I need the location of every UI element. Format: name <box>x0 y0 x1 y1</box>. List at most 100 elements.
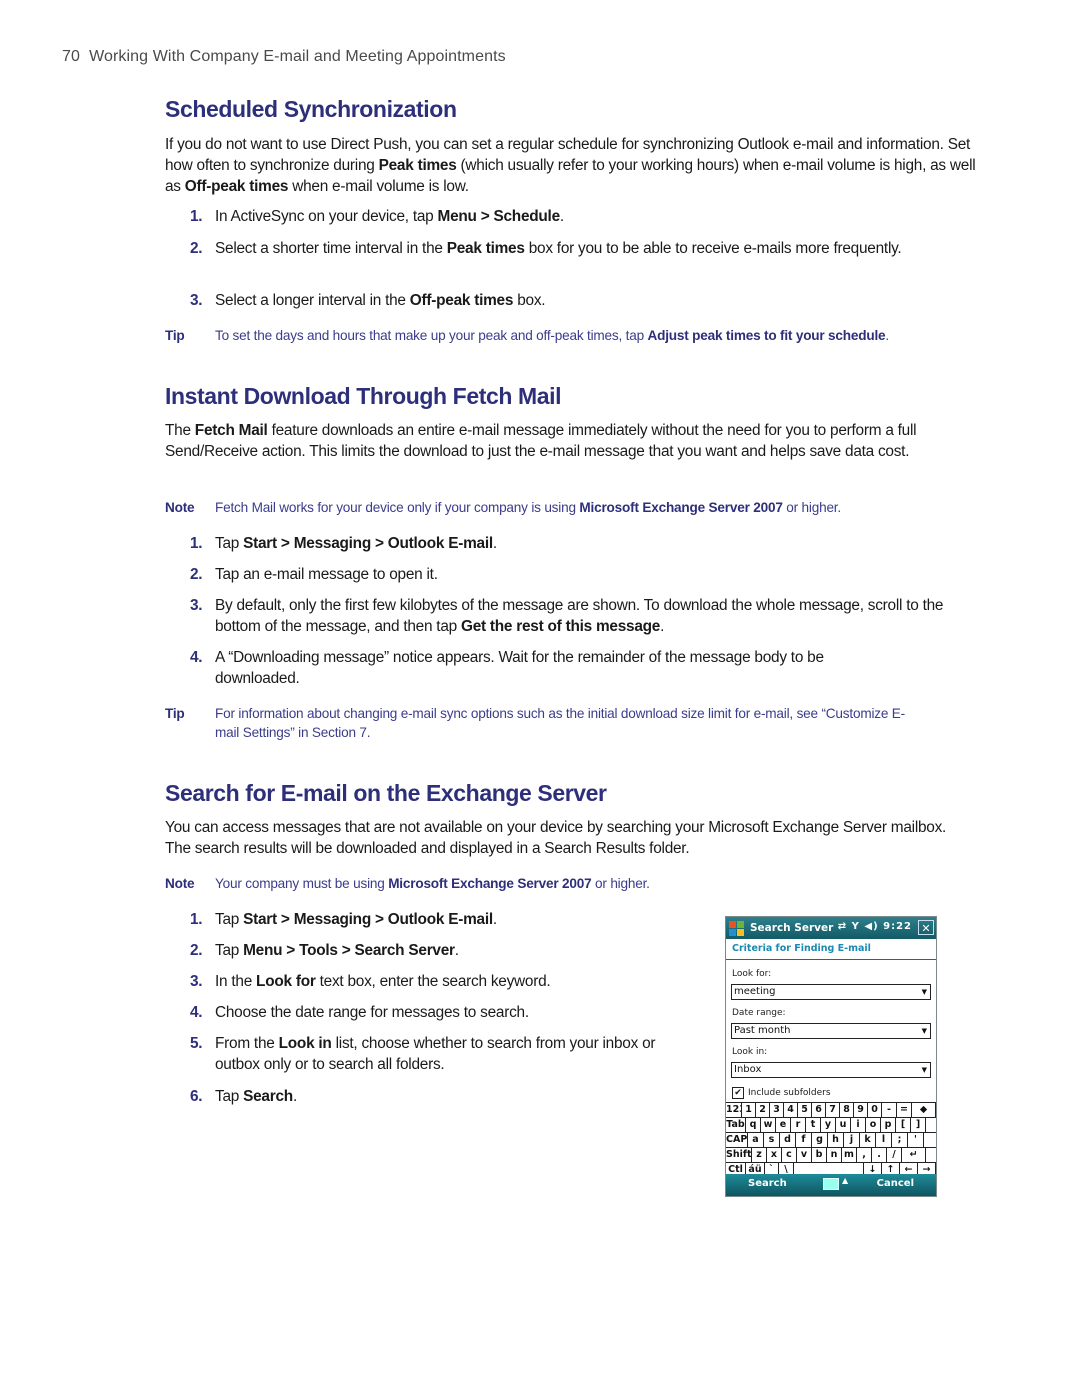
key-y[interactable]: y <box>821 1118 836 1132</box>
key-r[interactable]: r <box>791 1118 806 1132</box>
key-3[interactable]: 3 <box>770 1103 784 1117</box>
page-number: 70 <box>62 48 80 65</box>
sync-icon[interactable]: ⇄ <box>838 921 847 932</box>
chevron-down-icon[interactable]: ▼ <box>922 1024 927 1038</box>
bold-term: Fetch Mail <box>194 422 268 439</box>
note-label: Note <box>165 500 195 515</box>
date-range-label: Date range: <box>732 1008 786 1018</box>
key-,[interactable]: , <box>857 1148 872 1162</box>
key-CAP[interactable]: CAP <box>726 1133 748 1147</box>
note-callout: Note Your company must be using Microsof… <box>165 876 650 891</box>
step: 2. Select a shorter time interval in the … <box>190 240 902 257</box>
key-d[interactable]: d <box>780 1133 796 1147</box>
section-intro: The Fetch Mail feature downloads an enti… <box>165 422 917 460</box>
tip-label: Tip <box>165 706 185 721</box>
close-icon[interactable]: ✕ <box>918 920 934 935</box>
chevron-down-icon[interactable]: ▼ <box>922 1063 927 1077</box>
bold-term: Microsoft Exchange Server 2007 <box>579 500 783 515</box>
look-for-input[interactable]: meeting ▼ <box>731 984 931 1000</box>
include-subfolders-checkbox[interactable]: ✔ Include subfolders <box>732 1087 831 1099</box>
key-i[interactable]: i <box>851 1118 866 1132</box>
key-k[interactable]: k <box>860 1133 876 1147</box>
key-j[interactable]: j <box>844 1133 860 1147</box>
look-in-select[interactable]: Inbox ▼ <box>731 1062 931 1078</box>
search-softkey[interactable]: Search <box>748 1178 787 1189</box>
key-5[interactable]: 5 <box>798 1103 812 1117</box>
date-range-select[interactable]: Past month ▼ <box>731 1023 931 1039</box>
key-z[interactable]: z <box>752 1148 767 1162</box>
keyboard-icon[interactable] <box>823 1178 839 1190</box>
step: 5. From the Look in list, choose whether … <box>190 1035 656 1073</box>
key-c[interactable]: c <box>782 1148 797 1162</box>
volume-icon[interactable]: ◀) <box>864 921 878 932</box>
bold-term: Off-peak times <box>184 178 289 195</box>
key-6[interactable]: 6 <box>812 1103 826 1117</box>
bold-term: Menu > Tools > Search Server <box>243 942 455 959</box>
look-in-label: Look in: <box>732 1047 768 1057</box>
key-e[interactable]: e <box>776 1118 791 1132</box>
caret-up-icon[interactable]: ▲ <box>842 1176 848 1185</box>
page-header: 70 Working With Company E-mail and Meeti… <box>62 48 506 66</box>
key-Shift[interactable]: Shift <box>726 1148 752 1162</box>
key-123[interactable]: 123 <box>726 1103 742 1117</box>
key-8[interactable]: 8 <box>840 1103 854 1117</box>
key-p[interactable]: p <box>881 1118 896 1132</box>
key-s[interactable]: s <box>764 1133 780 1147</box>
section-title-fetch-mail: Instant Download Through Fetch Mail <box>165 383 562 409</box>
key-l[interactable]: l <box>876 1133 892 1147</box>
checkbox-checked-icon[interactable]: ✔ <box>732 1087 744 1099</box>
key-Tab[interactable]: Tab <box>726 1118 746 1132</box>
key-9[interactable]: 9 <box>854 1103 868 1117</box>
key-w[interactable]: w <box>761 1118 776 1132</box>
key--[interactable]: - <box>882 1103 897 1117</box>
key-b[interactable]: b <box>812 1148 827 1162</box>
key-a[interactable]: a <box>748 1133 764 1147</box>
look-for-label: Look for: <box>732 969 772 979</box>
key-◆[interactable]: ◆ <box>912 1103 936 1117</box>
key-x[interactable]: x <box>767 1148 782 1162</box>
key-[[interactable]: [ <box>896 1118 911 1132</box>
chapter-title: Working With Company E-mail and Meeting … <box>89 48 506 65</box>
key-][interactable]: ] <box>911 1118 926 1132</box>
key-o[interactable]: o <box>866 1118 881 1132</box>
chevron-down-icon[interactable]: ▼ <box>922 985 927 999</box>
key-h[interactable]: h <box>828 1133 844 1147</box>
keyboard-row: CAP a s d f g h j k l; ' <box>726 1132 936 1147</box>
key-n[interactable]: n <box>827 1148 842 1162</box>
key-↵[interactable]: ↵ <box>902 1148 926 1162</box>
bold-term: Off-peak times <box>409 292 514 309</box>
key-f[interactable]: f <box>796 1133 812 1147</box>
softkey-bar: Search ▲ Cancel <box>726 1174 936 1196</box>
key-7[interactable]: 7 <box>826 1103 840 1117</box>
key-g[interactable]: g <box>812 1133 828 1147</box>
keyboard-row: Tab q w e r t y u i o p[] <box>726 1117 936 1132</box>
bold-term: Peak times <box>378 157 457 174</box>
step: 2. Tap an e-mail message to open it. <box>190 566 438 583</box>
key-4[interactable]: 4 <box>784 1103 798 1117</box>
device-title-bar: Search Server ⇄ Y ◀) 9:22 ✕ <box>726 917 936 939</box>
bold-term: Start > Messaging > Outlook E-mail <box>243 911 493 928</box>
key-t[interactable]: t <box>806 1118 821 1132</box>
key-m[interactable]: m <box>842 1148 857 1162</box>
key-;[interactable]: ; <box>892 1133 908 1147</box>
key-q[interactable]: q <box>746 1118 761 1132</box>
key-/[interactable]: / <box>887 1148 902 1162</box>
signal-icon[interactable]: Y <box>852 921 860 932</box>
key-u[interactable]: u <box>836 1118 851 1132</box>
tip-callout: Tip For information about changing e-mai… <box>165 706 905 740</box>
key-v[interactable]: v <box>797 1148 812 1162</box>
step: 6. Tap Search. <box>190 1088 297 1105</box>
key-.[interactable]: . <box>872 1148 887 1162</box>
bold-term: Search <box>243 1088 293 1105</box>
clock-time[interactable]: 9:22 <box>883 921 912 932</box>
key-'[interactable]: ' <box>908 1133 924 1147</box>
windows-start-icon[interactable] <box>729 920 745 936</box>
key-=[interactable]: = <box>897 1103 912 1117</box>
key-2[interactable]: 2 <box>756 1103 770 1117</box>
key-1[interactable]: 1 <box>742 1103 756 1117</box>
cancel-softkey[interactable]: Cancel <box>877 1178 914 1189</box>
step: 3. By default, only the first few kilobyt… <box>190 597 944 635</box>
key-0[interactable]: 0 <box>868 1103 882 1117</box>
step: 3. Select a longer interval in the Off-pe… <box>190 292 546 309</box>
date-range-value: Past month <box>734 1025 791 1036</box>
